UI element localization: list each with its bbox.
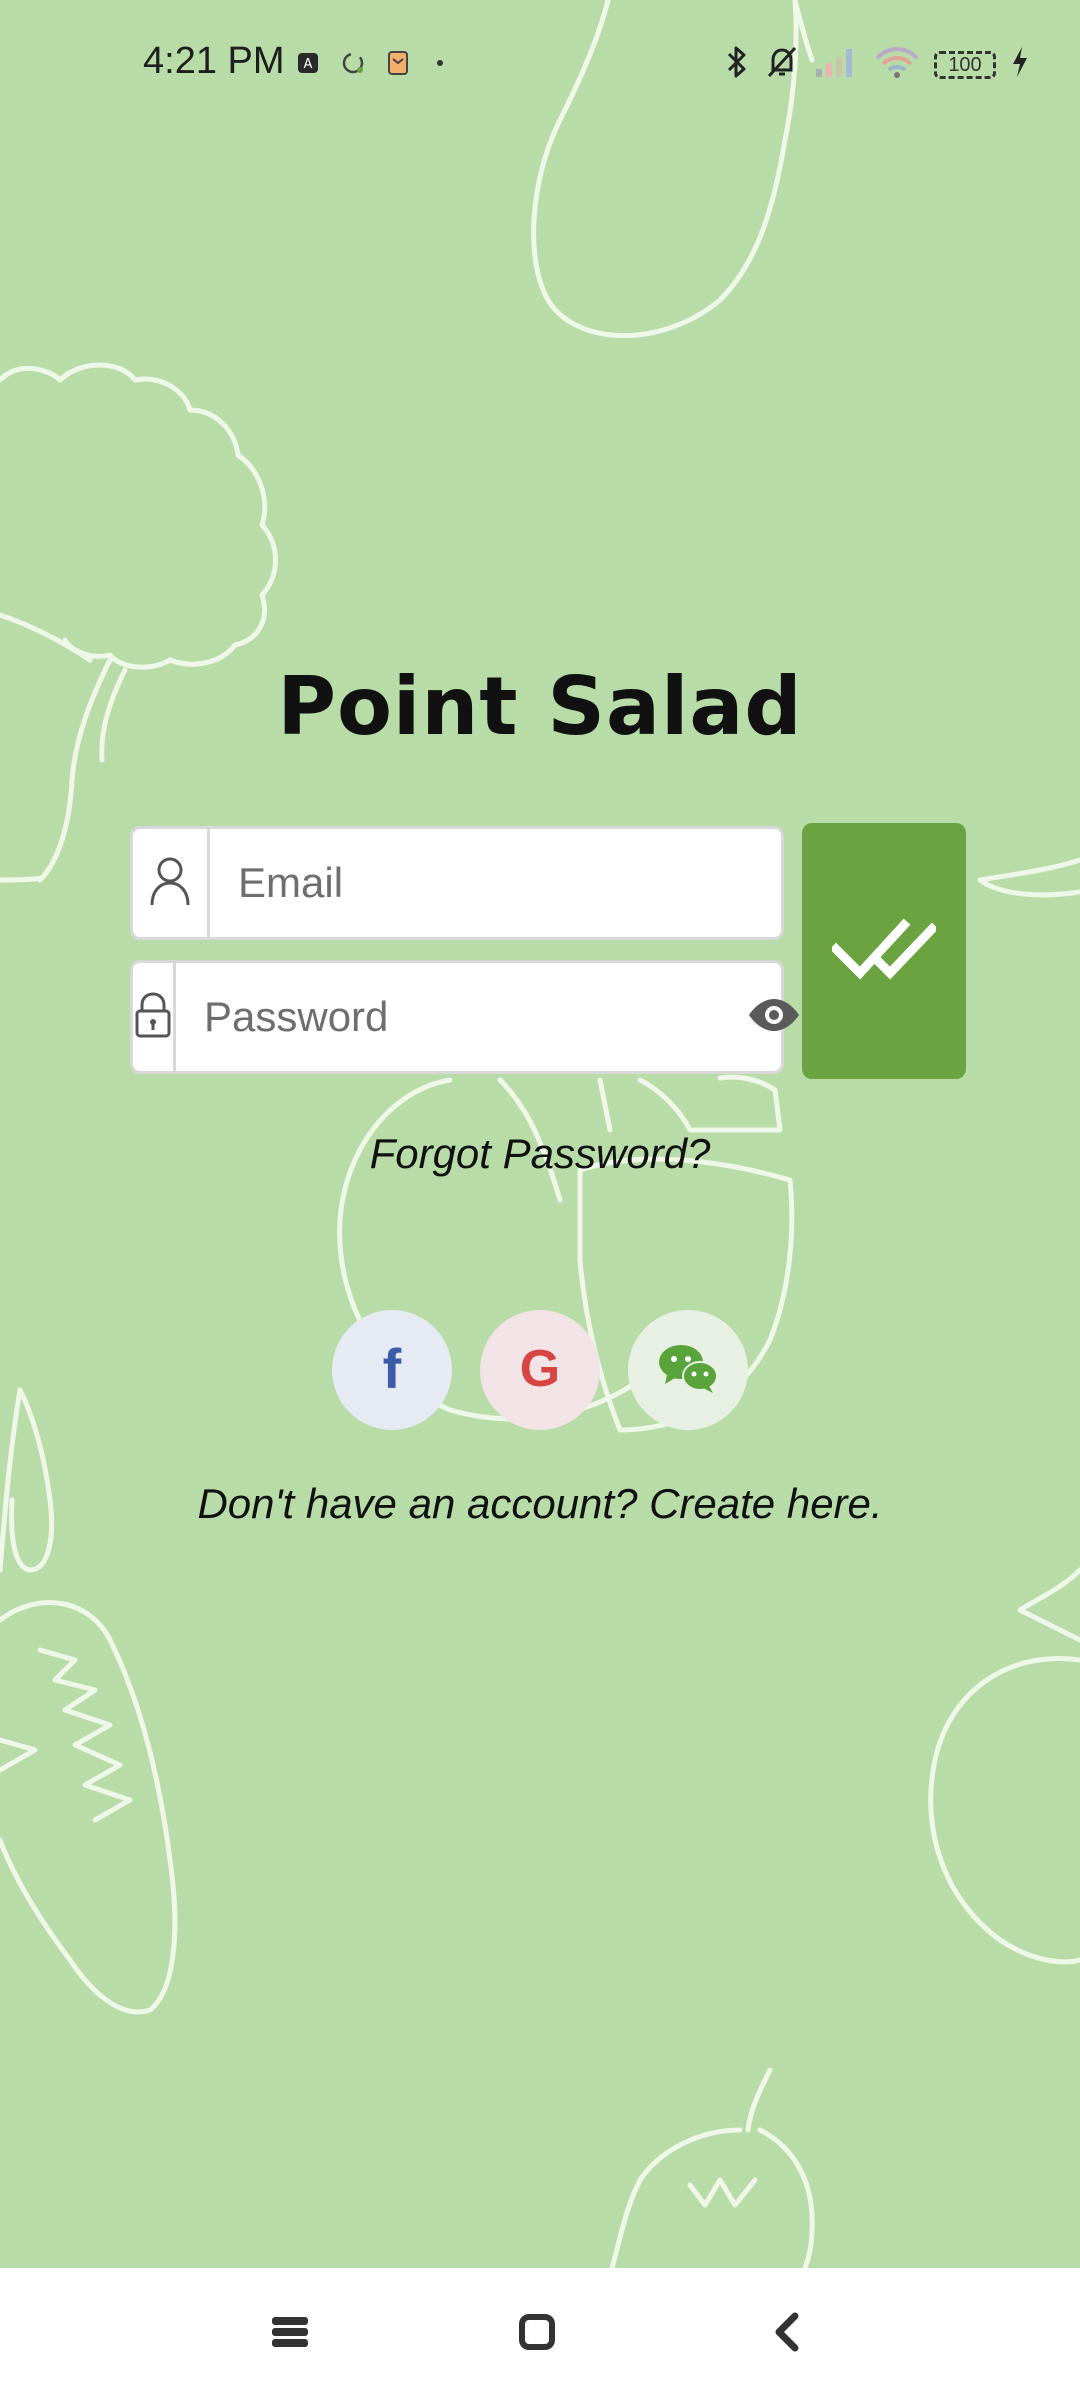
forgot-password-link[interactable]: Forgot Password? <box>0 1130 1080 1178</box>
silent-bell-icon <box>764 44 800 85</box>
home-square-icon <box>518 2313 556 2356</box>
sync-icon <box>340 50 366 81</box>
create-account-link[interactable]: Don't have an account? Create here. <box>0 1480 1080 1528</box>
google-icon: G <box>515 1340 565 1401</box>
wifi-icon <box>874 44 920 85</box>
svg-text:f: f <box>383 1340 402 1396</box>
login-submit-button[interactable] <box>802 823 966 1079</box>
notification-icons: A <box>296 50 450 81</box>
wechat-icon <box>657 1342 719 1399</box>
email-field-icon-box <box>133 829 210 937</box>
email-input[interactable] <box>210 828 781 938</box>
password-field[interactable] <box>130 960 799 1074</box>
app-title: Point Salad <box>277 660 803 753</box>
menu-icon <box>270 2315 310 2354</box>
facebook-icon: f <box>372 1337 412 1401</box>
svg-text:A: A <box>304 57 313 72</box>
system-status-icons: 100 <box>724 44 1030 85</box>
eye-icon <box>747 998 801 1037</box>
password-field-icon-box <box>133 963 176 1071</box>
facebook-login-button[interactable]: f <box>332 1310 452 1430</box>
app-notification-icon: A <box>296 51 320 80</box>
password-input[interactable] <box>176 962 747 1072</box>
signal-icon <box>814 45 860 84</box>
back-button[interactable] <box>748 2296 828 2372</box>
email-field[interactable] <box>130 826 784 940</box>
lock-icon <box>133 991 173 1044</box>
google-login-button[interactable]: G <box>480 1310 600 1430</box>
system-nav-bar <box>0 2268 1080 2400</box>
social-login-row: f G <box>0 1310 1080 1430</box>
mail-icon <box>386 50 410 81</box>
login-screen: 4:21 PM A 100 Point Salad Email Forgot P… <box>0 0 1080 2268</box>
dot-icon <box>430 53 450 78</box>
battery-icon: 100 <box>934 50 996 79</box>
wechat-login-button[interactable] <box>628 1310 748 1430</box>
double-check-icon <box>829 911 939 992</box>
bluetooth-icon <box>724 44 750 85</box>
status-bar: 4:21 PM A 100 <box>0 0 1080 130</box>
svg-text:G: G <box>520 1340 560 1396</box>
show-password-toggle[interactable] <box>747 963 801 1071</box>
user-icon <box>148 855 192 912</box>
menu-button[interactable] <box>250 2296 330 2372</box>
back-chevron-icon <box>771 2312 805 2357</box>
status-time: 4:21 PM <box>143 40 285 82</box>
home-button[interactable] <box>497 2296 577 2372</box>
charging-icon <box>1010 45 1030 84</box>
